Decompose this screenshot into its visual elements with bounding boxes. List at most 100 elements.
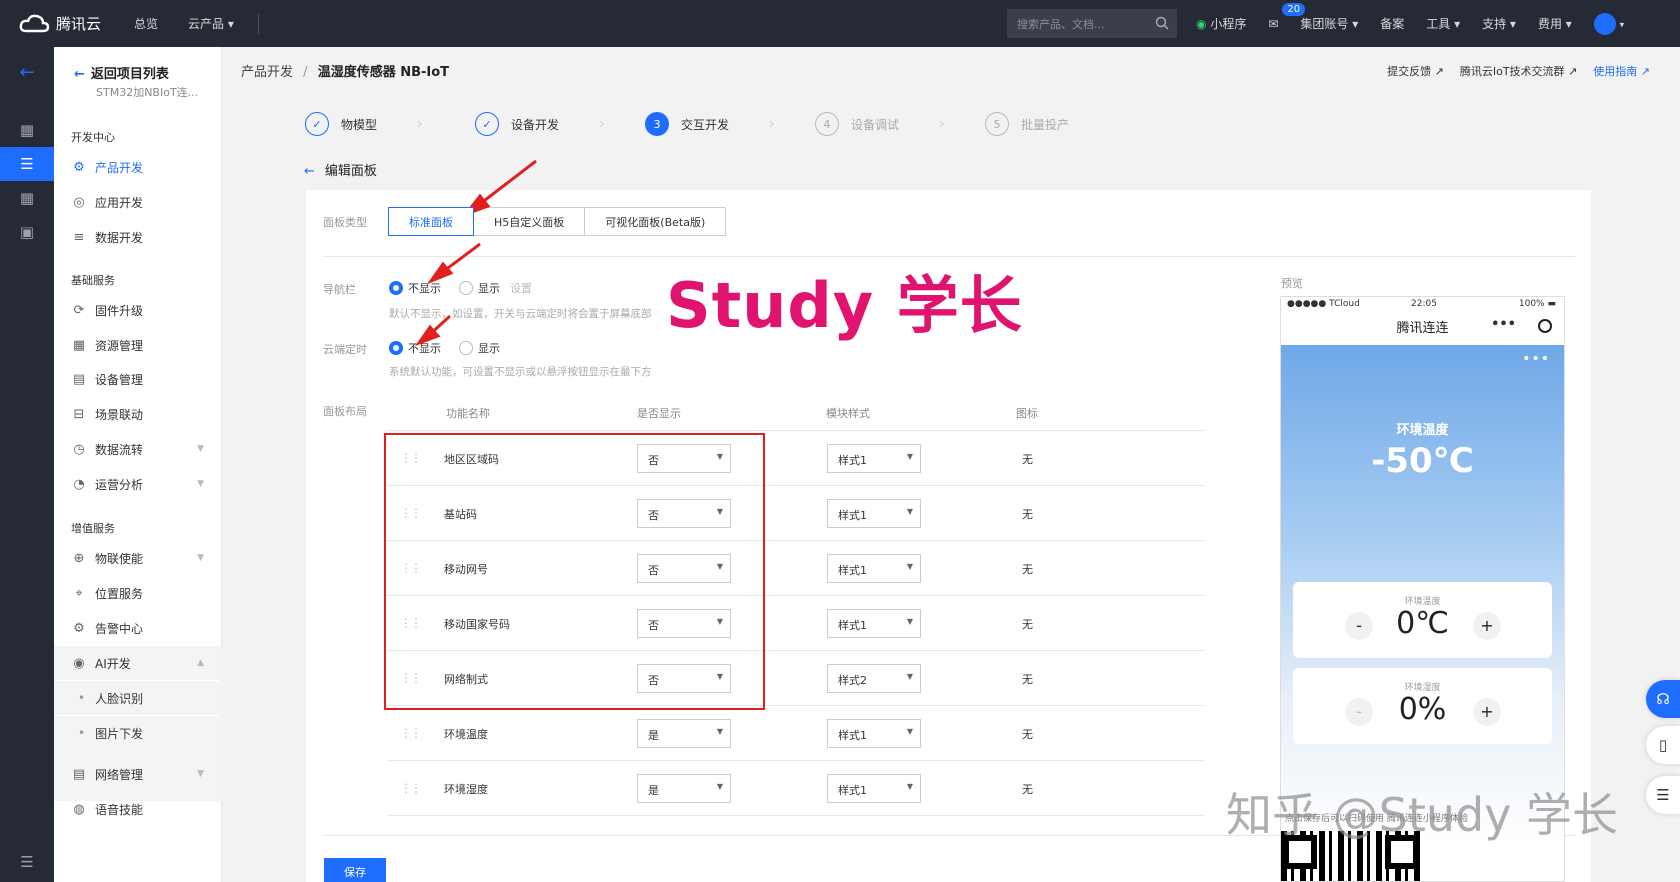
sidebar-item-dataflow[interactable]: ◷ 数据流转 ▼ [54, 432, 222, 466]
step-4[interactable]: 4 设备调试 › [815, 112, 985, 136]
row-name: 环境湿度 [444, 783, 488, 796]
style-select[interactable]: 样式1 ▼ [827, 719, 921, 748]
sidebar-item-network[interactable]: ▤ 网络管理 ▼ [54, 757, 222, 791]
breadcrumb-current: 温湿度传感器 NB-IoT [317, 65, 450, 80]
list-icon[interactable]: ☰ [0, 147, 54, 181]
breadcrumb: 产品开发 / 温湿度传感器 NB-IoT [241, 61, 449, 80]
sidebar-item-iot-card[interactable]: ⊕ 物联使能 ▼ [54, 541, 222, 575]
more-icon: ••• [1491, 317, 1516, 332]
sidebar-item-face[interactable]: • 人脸识别 [54, 681, 222, 715]
temp-card-value: 0℃ [1396, 606, 1449, 641]
timer-hint: 系统默认功能，可设置不显示或以悬浮按钮显示在最下方 [389, 366, 652, 378]
nav-settings-link[interactable]: 设置 [510, 280, 532, 296]
nav-tools[interactable]: 工具 ▾ [1426, 15, 1460, 32]
step-1[interactable]: ✓ 物模型 › [305, 112, 475, 136]
caret-down-icon: ▼ [716, 782, 723, 791]
nav-miniprogram[interactable]: ◉ 小程序 [1196, 15, 1246, 32]
nav-group-account[interactable]: 集团账号 ▾ [1300, 15, 1358, 32]
sidebar-item-alarm[interactable]: ⚙ 告警中心 [54, 611, 222, 645]
edit-panel-back[interactable]: ← 编辑面板 [304, 160, 377, 179]
guide-link[interactable]: 使用指南 ↗ [1593, 63, 1650, 79]
minus-button: - [1345, 698, 1373, 726]
style-select[interactable]: 样式2 ▼ [827, 664, 921, 693]
back-to-projects-label: 返回项目列表 [90, 67, 169, 82]
step-5[interactable]: 5 批量投产 [985, 112, 1155, 136]
sidebar-item-app-dev[interactable]: ◎ 应用开发 [54, 185, 222, 219]
timer-show-label: 显示 [478, 342, 500, 355]
sidebar-item-device[interactable]: ▤ 设备管理 [54, 362, 222, 396]
drag-handle-icon[interactable]: ⋮⋮ [400, 726, 422, 740]
mail-button[interactable]: ✉ 20 [1268, 2, 1306, 31]
style-select[interactable]: 样式1 ▼ [827, 609, 921, 638]
sidebar-item-data-dev[interactable]: ≡ 数据开发 [54, 220, 222, 254]
row-icon-value: 无 [1022, 453, 1033, 466]
panel-type-label: 面板类型 [323, 216, 367, 229]
breadcrumb-root[interactable]: 产品开发 [241, 65, 293, 80]
tab-standard-panel[interactable]: 标准面板 [388, 207, 474, 236]
book-icon[interactable]: ▯ [1646, 726, 1680, 764]
panel-icon[interactable]: ▣ [0, 215, 54, 249]
show-select[interactable]: 是 ▼ [637, 719, 731, 748]
target-icon [1538, 319, 1552, 333]
radio-checked-icon [389, 341, 403, 355]
chevron-right-icon: › [417, 116, 423, 132]
nav-support[interactable]: 支持 ▾ [1482, 15, 1516, 32]
voice-icon: ◍ [73, 801, 85, 817]
temp-card: 环境温度 0℃ - + [1293, 582, 1552, 658]
drag-handle-icon[interactable]: ⋮⋮ [400, 781, 422, 795]
feedback-link[interactable]: 提交反馈 ↗ [1387, 63, 1444, 79]
timer-hide-radio[interactable]: 不显示 [389, 340, 441, 356]
save-button[interactable]: 保存 [324, 858, 386, 882]
nav-hide-radio[interactable]: 不显示 [389, 280, 441, 296]
sidebar-item-resource[interactable]: ▦ 资源管理 [54, 328, 222, 362]
sidebar-item-firmware[interactable]: ⟳ 固件升级 [54, 293, 222, 327]
calendar-icon: ▤ [72, 766, 86, 782]
sidebar-item-voice[interactable]: ◍ 语音技能 [54, 792, 222, 826]
sidebar-item-product-dev[interactable]: ⚙ 产品开发 [54, 150, 222, 184]
nav-billing[interactable]: 费用 ▾ [1538, 15, 1572, 32]
style-select-value: 样式1 [838, 454, 867, 467]
apps-icon[interactable]: ▦ [0, 181, 54, 215]
style-select[interactable]: 样式1 ▼ [827, 554, 921, 583]
back-to-projects[interactable]: ← 返回项目列表 [74, 63, 169, 82]
sidebar-item-scene[interactable]: ⊟ 场景联动 [54, 397, 222, 431]
style-select-value: 样式1 [838, 564, 867, 577]
nav-show-radio[interactable]: 显示 设置 [459, 280, 532, 296]
tab-h5-panel[interactable]: H5自定义面板 [473, 207, 586, 236]
style-select[interactable]: 样式1 ▼ [827, 499, 921, 528]
nav-products[interactable]: 云产品 ▾ [188, 15, 234, 32]
list-icon[interactable]: ☰ [1646, 776, 1680, 814]
style-select[interactable]: 样式1 ▼ [827, 774, 921, 803]
battery-icon: ▬ [1547, 299, 1556, 309]
group-link[interactable]: 腾讯云IoT技术交流群 ↗ [1460, 63, 1577, 79]
sidebar-item-ops[interactable]: ◔ 运营分析 ▼ [54, 467, 222, 501]
user-menu[interactable]: ▾ [1593, 12, 1624, 35]
sidebar-item-ai[interactable]: ◉ AI开发 ▲ [54, 646, 222, 680]
step-5-label: 批量投产 [1021, 117, 1070, 132]
brand-logo[interactable]: 腾讯云 [0, 13, 128, 35]
sidebar-item-label: 网络管理 [95, 767, 144, 782]
icon-rail: ← ▦ ☰ ▦ ▣ ☰ [0, 47, 54, 882]
nav-overview[interactable]: 总览 [134, 15, 158, 32]
search-icon[interactable] [1155, 16, 1169, 30]
step-2[interactable]: ✓ 设备开发 › [475, 112, 645, 136]
sidebar-item-label: 物联使能 [95, 551, 144, 566]
hero-label: 环境温度 [1396, 423, 1449, 438]
col-header-show: 是否显示 [637, 407, 681, 420]
back-arrow-icon[interactable]: ← [0, 55, 54, 89]
step-3[interactable]: 3 交互开发 › [645, 112, 815, 136]
show-select[interactable]: 是 ▼ [637, 774, 731, 803]
sidebar-item-image[interactable]: • 图片下发 [54, 716, 222, 750]
sidebar-item-location[interactable]: ⌖ 位置服务 [54, 576, 222, 610]
radio-checked-icon [389, 281, 403, 295]
menu-collapse-icon[interactable]: ☰ [0, 845, 54, 879]
headset-icon[interactable]: ☊ [1646, 680, 1680, 718]
timer-show-radio[interactable]: 显示 [459, 340, 500, 356]
style-select[interactable]: 样式1 ▼ [827, 444, 921, 473]
nav-record[interactable]: 备案 [1380, 15, 1404, 32]
row-icon-value: 无 [1022, 618, 1033, 631]
search-input[interactable]: 搜索产品、文档... [1007, 9, 1177, 38]
tab-visual-panel[interactable]: 可视化面板(Beta版) [584, 207, 727, 236]
grid-icon[interactable]: ▦ [0, 113, 54, 147]
layout-label: 面板布局 [323, 405, 367, 418]
